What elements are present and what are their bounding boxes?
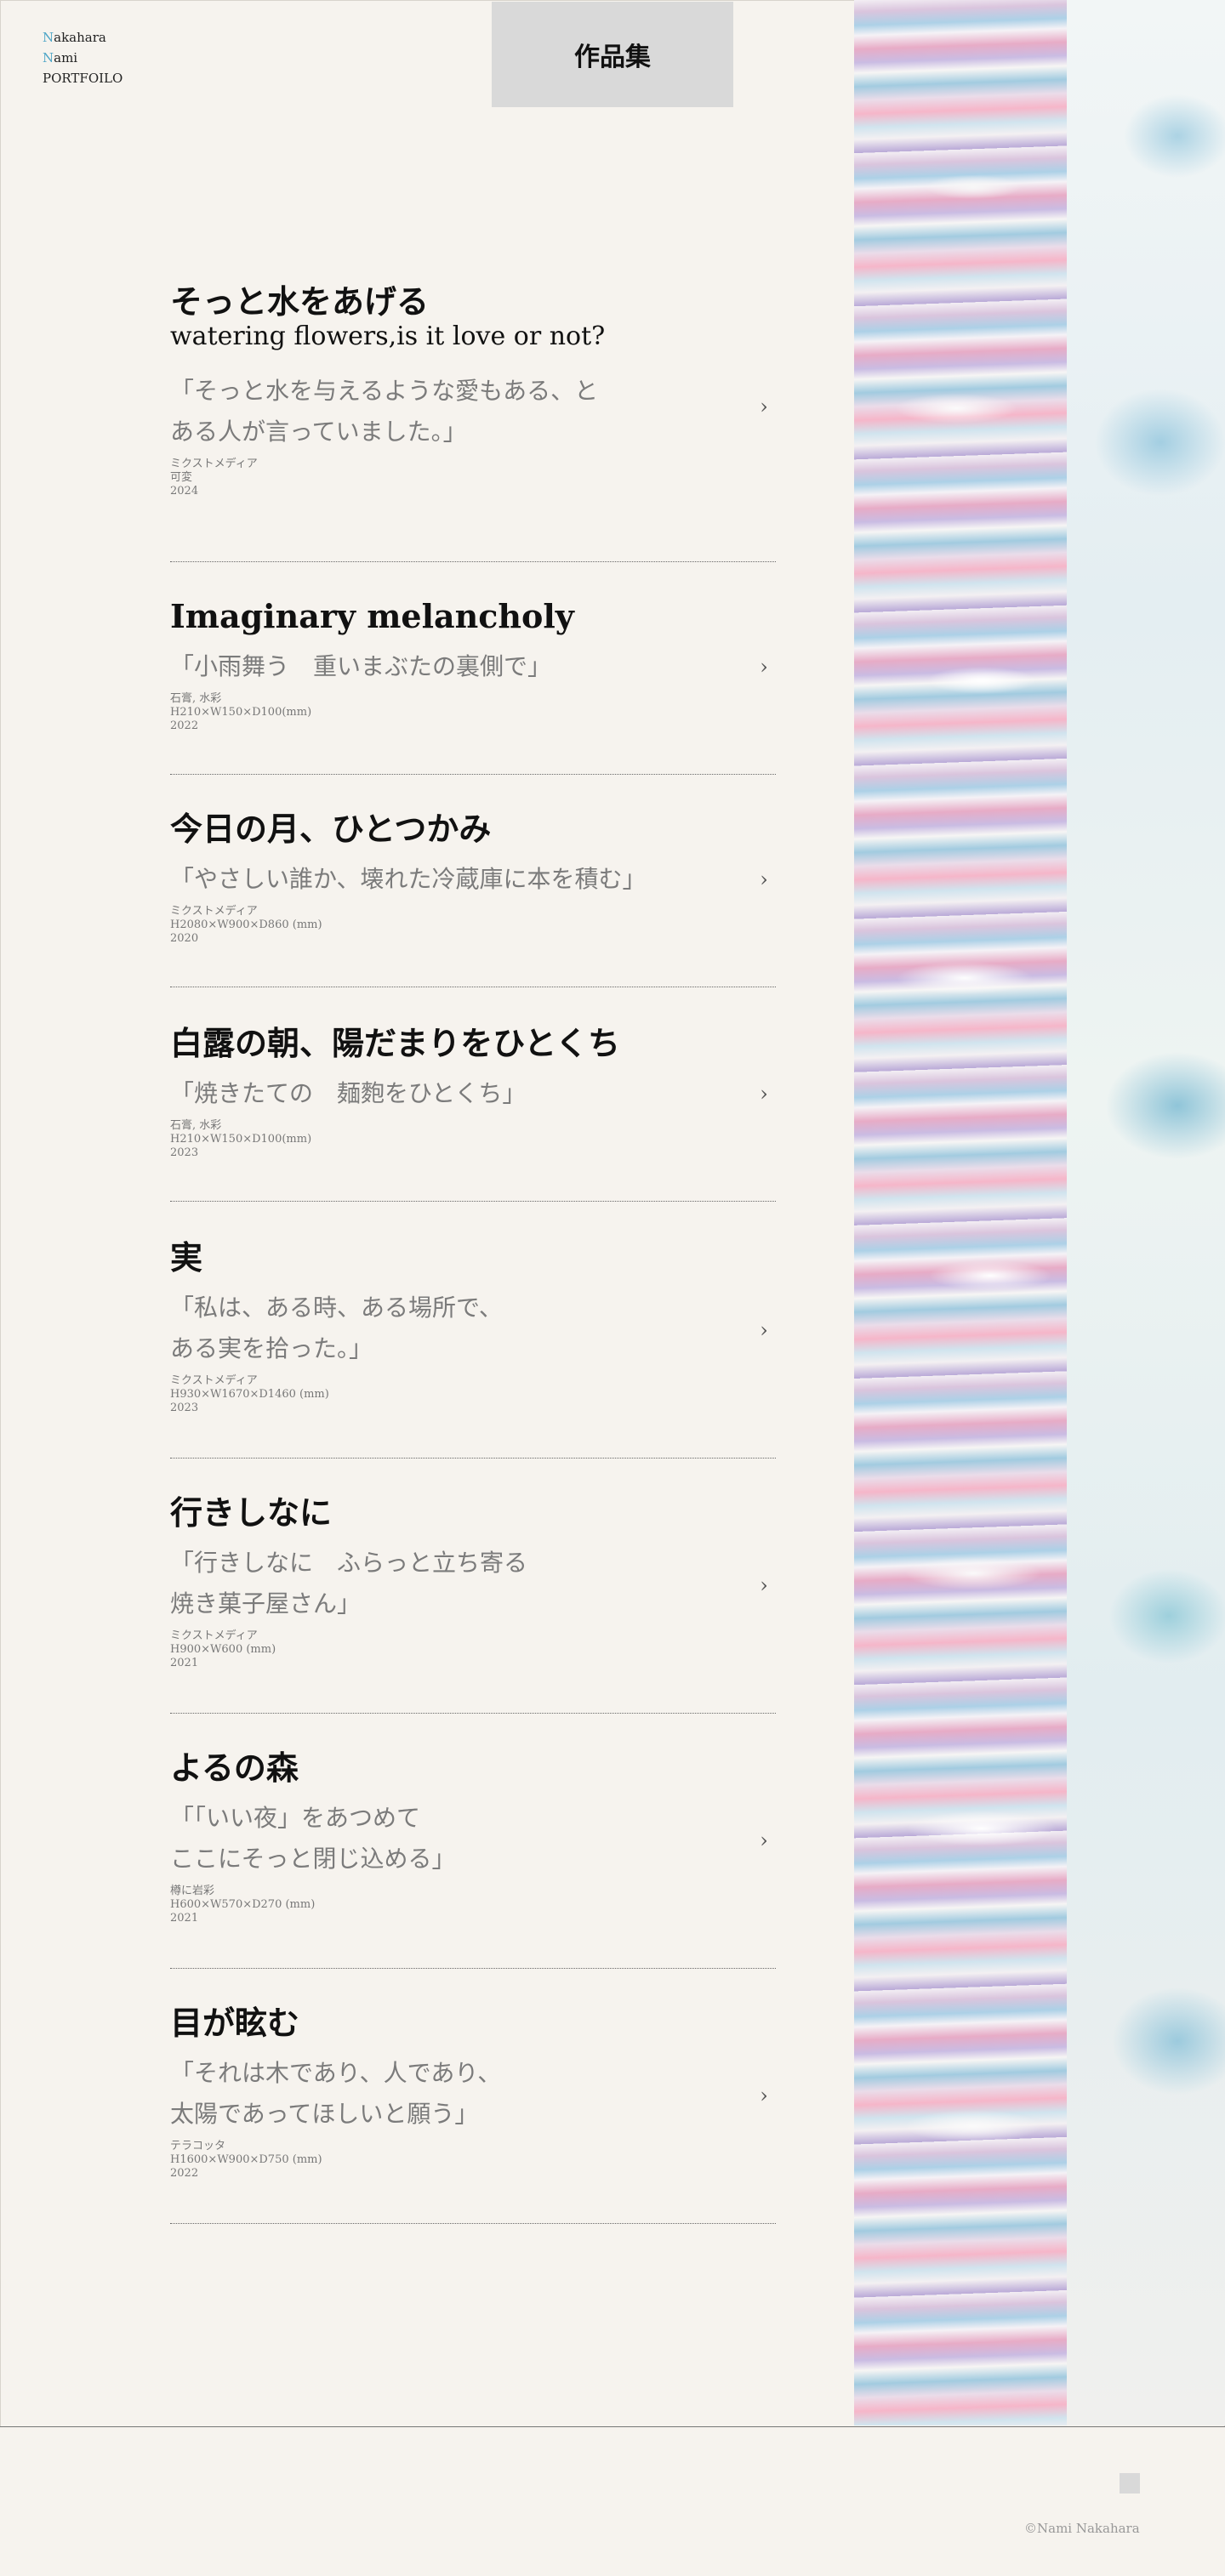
work-medium: 石膏, 水彩 (170, 1119, 222, 1132)
chevron-right-icon[interactable]: › (752, 1082, 776, 1106)
work-item[interactable]: 行きしなに 「行きしなに ふらっと立ち寄る 焼き菓子屋さん」 ミクストメディア … (170, 1492, 776, 1714)
work-size: H2080×W900×D860 (mm) (170, 918, 322, 931)
back-to-top-button[interactable] (1120, 2473, 1140, 2494)
work-quote: 「私は、ある時、ある場所で、 ある実を拾った。」 (170, 1294, 503, 1362)
brand-name-first: akahara (54, 30, 106, 45)
work-title: 今日の月、ひとつかみ (170, 810, 492, 848)
copyright: ©Nami Nakahara (1024, 2521, 1140, 2536)
work-quote: 「焼きたての 麺麭をひとくち」 (170, 1079, 527, 1107)
brand-portfolio-label: PORTFOILO (43, 71, 123, 86)
footer: ©Nami Nakahara (0, 2426, 1225, 2576)
chevron-right-icon[interactable]: › (752, 2084, 776, 2107)
chevron-right-icon[interactable]: › (752, 1828, 776, 1852)
work-item[interactable]: よるの森 「「いい夜」をあつめて ここにそっと閉じ込める」 樽に岩彩 H600×… (170, 1747, 776, 1969)
brand-name-last: ami (54, 50, 78, 65)
work-size: H210×W150×D100(mm) (170, 706, 312, 719)
work-meta: 石膏, 水彩 H210×W150×D100(mm) 2023 (170, 1119, 776, 1160)
chevron-right-icon[interactable]: › (752, 395, 776, 418)
work-item[interactable]: そっと水をあげる watering flowers,is it love or … (170, 281, 776, 562)
artwork-image (854, 0, 1225, 2425)
work-quote: 「やさしい誰か、壊れた冷蔵庫に本を積む」 (170, 865, 647, 893)
work-meta: ミクストメディア 可変 2024 (170, 458, 776, 498)
work-medium: ミクストメディア (170, 1374, 258, 1387)
work-medium: ミクストメディア (170, 458, 258, 470)
work-quote: 「行きしなに ふらっと立ち寄る 焼き菓子屋さん」 (170, 1549, 528, 1618)
work-year: 2023 (170, 1402, 199, 1414)
work-year: 2020 (170, 932, 199, 945)
work-medium: 石膏, 水彩 (170, 692, 222, 705)
work-year: 2023 (170, 1146, 199, 1159)
work-quote: 「それは木であり、人であり、 太陽であってほしいと願う」 (170, 2059, 502, 2128)
work-medium: ミクストメディア (170, 905, 258, 918)
work-medium: 樽に岩彩 (170, 1885, 215, 1897)
work-title: 行きしなに (170, 1493, 333, 1532)
brand-initial: N (43, 50, 54, 65)
brand-initial: N (43, 30, 54, 45)
work-year: 2024 (170, 485, 199, 498)
work-subtitle: watering flowers,is it love or not? (170, 321, 606, 351)
work-year: 2021 (170, 1657, 199, 1669)
work-title: 白露の朝、陽だまりをひとくち (170, 1024, 620, 1062)
brand-logo[interactable]: Nakahara Nami PORTFOILO (43, 27, 122, 88)
work-medium: テラコッタ (170, 2140, 226, 2152)
work-item[interactable]: 目が眩む 「それは木であり、人であり、 太陽であってほしいと願う」 テラコッタ … (170, 2002, 776, 2224)
tab-works[interactable]: 作品集 (492, 2, 733, 107)
work-meta: ミクストメディア H930×W1670×D1460 (mm) 2023 (170, 1374, 776, 1415)
work-year: 2021 (170, 1912, 199, 1925)
work-medium: ミクストメディア (170, 1629, 258, 1642)
work-size: H900×W600 (mm) (170, 1643, 276, 1656)
work-item[interactable]: 今日の月、ひとつかみ 「やさしい誰か、壊れた冷蔵庫に本を積む」 ミクストメディア… (170, 808, 776, 987)
work-title: よるの森 (170, 1749, 299, 1787)
work-title: 実 (170, 1238, 203, 1277)
work-size: H210×W150×D100(mm) (170, 1133, 312, 1146)
work-quote: 「そっと水を与えるような愛もある、と ある人が言っていました。」 (170, 377, 599, 446)
work-title: 目が眩む (170, 2004, 300, 2042)
work-meta: ミクストメディア H900×W600 (mm) 2021 (170, 1629, 776, 1670)
work-item[interactable]: 実 「私は、ある時、ある場所で、 ある実を拾った。」 ミクストメディア H930… (170, 1237, 776, 1459)
work-meta: ミクストメディア H2080×W900×D860 (mm) 2020 (170, 905, 776, 946)
work-title: そっと水をあげる (170, 282, 430, 321)
work-size: H600×W570×D270 (mm) (170, 1898, 316, 1911)
work-meta: 石膏, 水彩 H210×W150×D100(mm) 2022 (170, 692, 776, 733)
work-meta: 樽に岩彩 H600×W570×D270 (mm) 2021 (170, 1885, 776, 1925)
work-title: Imaginary melancholy (170, 597, 574, 635)
work-size: H1600×W900×D750 (mm) (170, 2153, 322, 2166)
chevron-right-icon[interactable]: › (752, 1318, 776, 1342)
work-year: 2022 (170, 2167, 199, 2180)
work-quote: 「「いい夜」をあつめて ここにそっと閉じ込める」 (170, 1804, 456, 1873)
work-size: 可変 (170, 471, 193, 484)
tab-works-label: 作品集 (574, 43, 651, 72)
work-year: 2022 (170, 719, 199, 732)
work-meta: テラコッタ H1600×W900×D750 (mm) 2022 (170, 2140, 776, 2181)
work-item[interactable]: Imaginary melancholy 「小雨舞う 重いまぶたの裏側で」 石膏… (170, 595, 776, 775)
work-quote: 「小雨舞う 重いまぶたの裏側で」 (170, 652, 552, 680)
chevron-right-icon[interactable]: › (752, 867, 776, 891)
work-size: H930×W1670×D1460 (mm) (170, 1388, 329, 1401)
chevron-right-icon[interactable]: › (752, 655, 776, 679)
work-item[interactable]: 白露の朝、陽だまりをひとくち 「焼きたての 麺麭をひとくち」 石膏, 水彩 H2… (170, 1022, 776, 1202)
chevron-right-icon[interactable]: › (752, 1573, 776, 1597)
